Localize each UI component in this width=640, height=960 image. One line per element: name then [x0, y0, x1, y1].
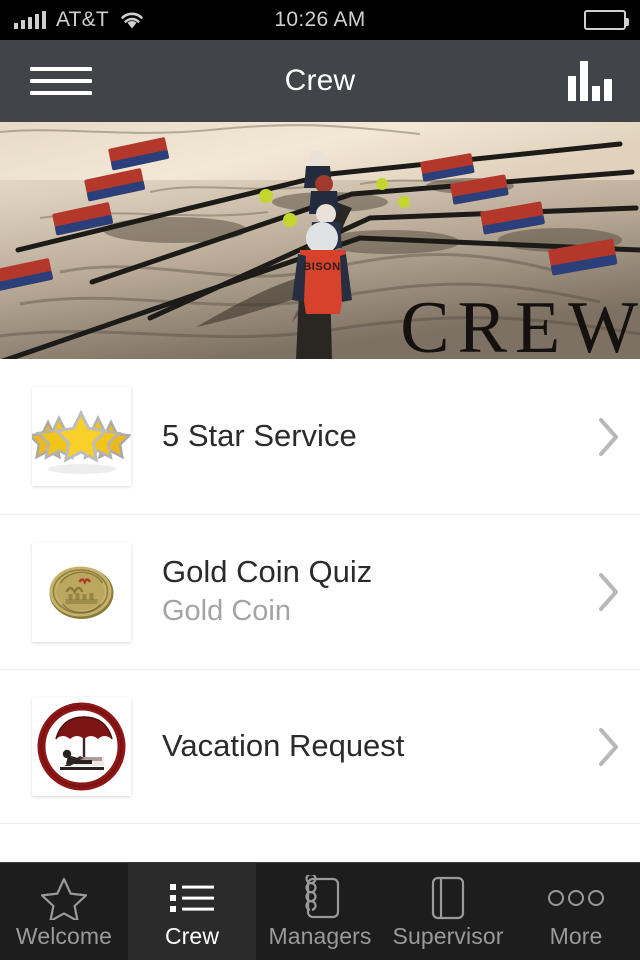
- list-item-title: Gold Coin Quiz: [162, 554, 373, 589]
- tab-crew[interactable]: Crew: [128, 863, 256, 960]
- tab-label: Supervisor: [392, 923, 504, 949]
- chevron-right-icon[interactable]: [578, 726, 640, 768]
- tab-label: Crew: [164, 923, 220, 949]
- vacation-umbrella-thumbnail: [32, 697, 131, 796]
- spiral-notebook-icon: [298, 875, 342, 921]
- tab-label: Managers: [268, 923, 372, 949]
- gold-coin-thumbnail: [32, 542, 131, 642]
- page-title: Crew: [284, 64, 356, 97]
- list-item-subtitle: Gold Coin: [162, 595, 291, 628]
- battery-icon: [584, 10, 629, 30]
- star-outline-icon: [41, 875, 87, 921]
- hero-caption: CREW: [400, 287, 640, 359]
- list-item-text: 5 Star Service: [131, 419, 578, 454]
- bar-chart-icon[interactable]: [568, 61, 612, 101]
- ellipsis-circles-icon: [547, 875, 605, 921]
- hero-image: BISON CREW: [0, 122, 640, 359]
- app-screen: AT&T 10:26 AM Crew BISON CREW 5 Star Ser…: [0, 0, 640, 960]
- tab-bar: Welcome Crew Managers Supervisor More: [0, 862, 640, 960]
- tab-label: More: [549, 923, 603, 949]
- tab-label: Welcome: [15, 923, 113, 949]
- chevron-right-icon[interactable]: [578, 571, 640, 613]
- tab-welcome[interactable]: Welcome: [0, 863, 128, 960]
- bulleted-list-icon: [169, 875, 215, 921]
- status-bar: AT&T 10:26 AM: [0, 0, 640, 40]
- content-list: 5 Star Service Gold Coin Quiz Gold Coin …: [0, 359, 640, 824]
- list-item-text: Gold Coin Quiz Gold Coin: [131, 555, 578, 630]
- book-cover-icon: [429, 875, 467, 921]
- hamburger-menu-icon[interactable]: [30, 67, 92, 95]
- list-item-text: Vacation Request: [131, 729, 578, 764]
- svg-text:BISON: BISON: [303, 261, 340, 273]
- list-item[interactable]: 5 Star Service: [0, 359, 640, 514]
- tab-more[interactable]: More: [512, 863, 640, 960]
- list-item-title: 5 Star Service: [162, 419, 357, 454]
- status-time: 10:26 AM: [274, 8, 366, 31]
- chevron-right-icon[interactable]: [578, 416, 640, 458]
- list-item-title: Vacation Request: [162, 729, 405, 764]
- tab-supervisor[interactable]: Supervisor: [384, 863, 512, 960]
- navigation-bar: Crew: [0, 40, 640, 122]
- tab-managers[interactable]: Managers: [256, 863, 384, 960]
- five-gold-stars-thumbnail: [32, 387, 131, 486]
- list-item[interactable]: Gold Coin Quiz Gold Coin: [0, 514, 640, 669]
- list-item[interactable]: Vacation Request: [0, 669, 640, 824]
